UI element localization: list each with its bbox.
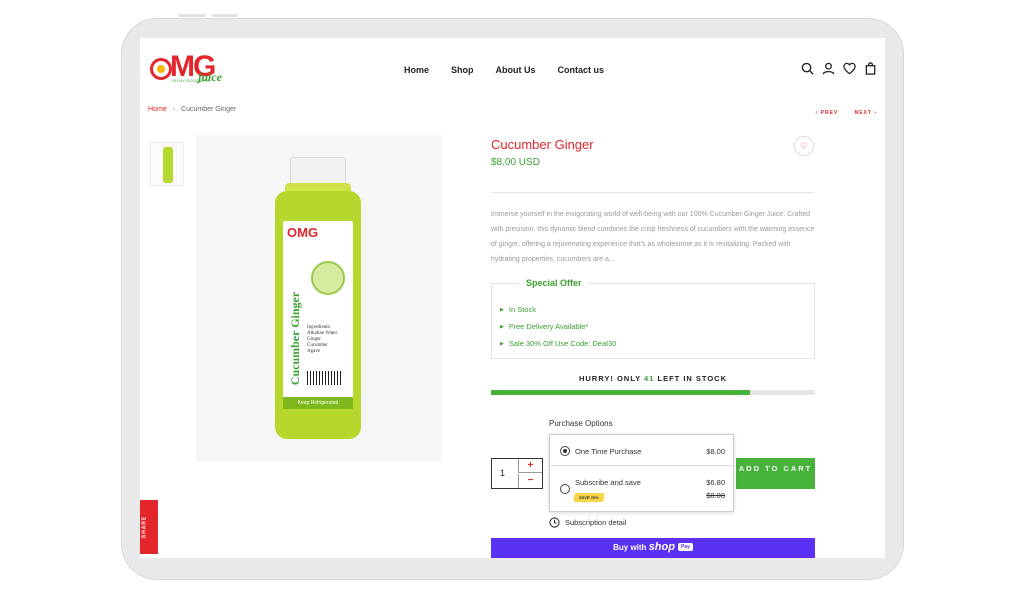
product-price: $8.00 USD — [491, 157, 540, 168]
purchase-options-dropdown: One Time Purchase $8.00 Subscribe and sa… — [549, 434, 734, 512]
user-icon[interactable] — [822, 62, 835, 75]
cart-icon[interactable] — [864, 62, 877, 75]
save-badge: SAVE 15% — [573, 493, 605, 502]
breadcrumb-current: Cucumber Ginger — [181, 106, 237, 113]
radio-subscribe[interactable] — [560, 484, 570, 494]
offer-item: Free Delivery Available* — [500, 319, 616, 336]
thumbnail-bottle — [163, 147, 173, 183]
product-title: Cucumber Ginger — [491, 137, 594, 152]
subscription-detail-label: Subscription detail — [565, 518, 627, 527]
product-thumbnail[interactable] — [150, 142, 184, 186]
cucumber-illustration — [311, 261, 345, 295]
product-main-image[interactable]: OMG Cucumber Ginger Ingredients: Alkalin… — [196, 135, 442, 462]
label-logo: OMG — [287, 225, 319, 240]
heart-icon[interactable] — [843, 62, 856, 75]
stock-progress — [491, 390, 815, 395]
site-logo[interactable]: MG juice OH MY GOODNESS — [148, 50, 226, 88]
option-price: $8.00 — [706, 447, 725, 456]
special-offer-box: In Stock Free Delivery Available* Sale 3… — [491, 283, 815, 359]
breadcrumb-separator: › — [172, 106, 176, 113]
nav-about[interactable]: About Us — [496, 65, 536, 75]
offer-item: In Stock — [500, 302, 616, 319]
divider — [491, 192, 815, 193]
stock-progress-fill — [491, 390, 751, 395]
offer-item: Sale 30% Off Use Code: Deal30 — [500, 336, 616, 353]
nav-home[interactable]: Home — [404, 65, 429, 75]
juice-bottle: OMG Cucumber Ginger Ingredients: Alkalin… — [275, 157, 361, 439]
product-description: Immerse yourself in the invigorating wor… — [491, 211, 815, 263]
shop-pay-button[interactable]: Buy with shop Pay — [491, 538, 815, 558]
stock-count: 41 — [644, 374, 655, 383]
option-one-time[interactable]: One Time Purchase $8.00 — [550, 435, 733, 466]
search-icon[interactable] — [801, 62, 814, 75]
main-nav: Home Shop About Us Contact us — [404, 65, 626, 75]
header-icons — [801, 62, 877, 75]
label-ingredients: Ingredients: Alkaline Water Ginger Cucum… — [307, 325, 338, 354]
subscription-detail-link[interactable]: Subscription detail — [549, 517, 626, 528]
quantity-stepper: 1 + − — [491, 458, 543, 489]
product-pager: ‹ PREV NEXT › — [802, 110, 877, 116]
wishlist-button[interactable]: ♡ — [794, 136, 814, 156]
barcode — [307, 371, 343, 385]
special-offer-title: Special Offer — [520, 278, 588, 288]
next-link[interactable]: NEXT › — [855, 110, 877, 116]
nav-contact[interactable]: Contact us — [558, 65, 605, 75]
heart-icon: ♡ — [799, 140, 809, 151]
quantity-increase-button[interactable]: + — [518, 459, 542, 473]
label-product-name: Cucumber Ginger — [288, 291, 303, 386]
prev-link[interactable]: ‹ PREV — [816, 110, 839, 116]
bottle-label: OMG Cucumber Ginger Ingredients: Alkalin… — [283, 221, 353, 409]
browser-screen: MG juice OH MY GOODNESS Home Shop About … — [140, 38, 885, 558]
quantity-decrease-button[interactable]: − — [518, 474, 542, 488]
purchase-options-label: Purchase Options — [549, 419, 613, 428]
radio-one-time[interactable] — [560, 446, 570, 456]
stock-notice: HURRY! ONLY 41 LEFT IN STOCK — [578, 374, 728, 383]
label-keep-refrigerated: Keep Refrigerated — [283, 397, 353, 409]
nav-shop[interactable]: Shop — [451, 65, 474, 75]
logo-mark — [150, 58, 172, 80]
option-price: $6.80 — [706, 478, 725, 487]
quantity-value[interactable]: 1 — [500, 468, 505, 478]
clock-icon — [549, 517, 560, 528]
breadcrumb-home[interactable]: Home — [148, 106, 167, 113]
add-to-cart-button[interactable]: ADD TO CART — [736, 458, 815, 489]
option-label: One Time Purchase — [575, 447, 642, 456]
tablet-button — [212, 14, 238, 17]
option-label[interactable]: Subscribe and save — [575, 478, 641, 487]
option-old-price: $8.00 — [706, 491, 725, 500]
share-tab[interactable]: SHARE — [140, 500, 158, 554]
bottle-cap — [290, 157, 346, 185]
tablet-button — [178, 14, 206, 17]
logo-tagline: OH MY GOODNESS — [172, 78, 210, 83]
breadcrumb: Home › Cucumber Ginger — [148, 106, 236, 113]
